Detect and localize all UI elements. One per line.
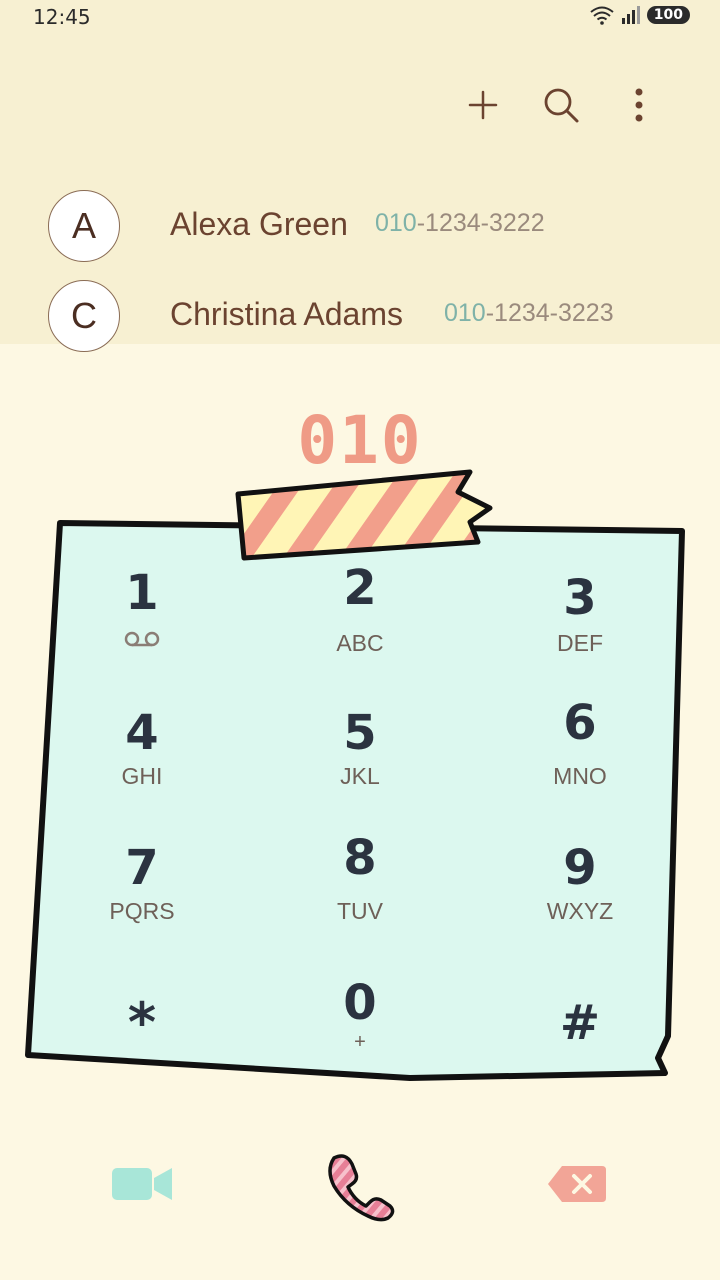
key-7[interactable]: 7 PQRS	[42, 840, 242, 950]
washi-tape	[235, 469, 493, 561]
key-1[interactable]: 1	[42, 565, 242, 675]
key-3[interactable]: 3 DEF	[480, 570, 680, 680]
key-letters: TUV	[337, 898, 383, 924]
key-digit: 5	[343, 705, 377, 761]
key-digit: 2	[343, 560, 377, 616]
key-digit: #	[559, 995, 601, 1051]
key-digit: 9	[563, 840, 597, 896]
key-digit: 0	[343, 975, 377, 1031]
key-8[interactable]: 8 TUV	[260, 830, 460, 940]
key-9[interactable]: 9 WXYZ	[480, 840, 680, 950]
voicemail-icon	[124, 631, 160, 647]
delete-button[interactable]	[546, 1162, 608, 1211]
key-letters: +	[354, 1031, 366, 1053]
key-letters: DEF	[557, 630, 603, 656]
key-letters: PQRS	[109, 898, 175, 924]
key-4[interactable]: 4 GHI	[42, 705, 242, 815]
key-5[interactable]: 5 JKL	[260, 705, 460, 815]
phone-icon	[328, 1154, 395, 1222]
key-letters: JKL	[340, 763, 380, 789]
key-2[interactable]: 2 ABC	[260, 560, 460, 670]
key-0[interactable]: 0 +	[260, 975, 460, 1085]
key-star[interactable]: *	[42, 995, 242, 1105]
key-letters: ABC	[336, 630, 384, 656]
call-button[interactable]	[322, 1150, 398, 1227]
backspace-icon	[548, 1166, 606, 1202]
key-digit: 1	[125, 565, 159, 621]
key-hash[interactable]: #	[480, 995, 680, 1105]
key-digit: 6	[563, 695, 597, 751]
key-digit: 8	[343, 830, 377, 886]
key-letters: GHI	[121, 763, 163, 789]
key-digit: 4	[125, 705, 159, 761]
key-digit: *	[127, 991, 157, 1054]
key-letters: WXYZ	[546, 898, 614, 924]
key-digit: 7	[125, 840, 159, 896]
key-6[interactable]: 6 MNO	[480, 695, 680, 805]
video-camera-icon	[112, 1168, 172, 1200]
video-call-button[interactable]	[108, 1160, 176, 1211]
key-letters: MNO	[553, 763, 607, 789]
key-digit: 3	[563, 570, 597, 626]
